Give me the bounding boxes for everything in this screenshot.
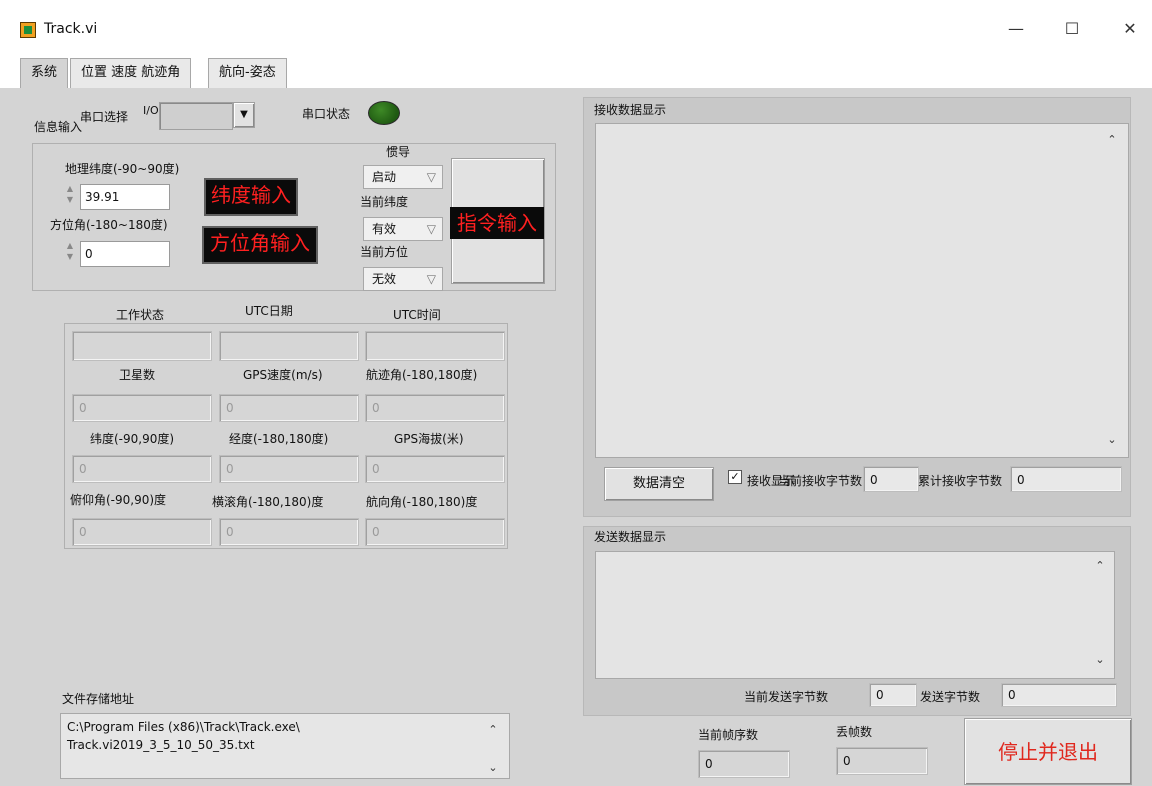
current-lat-label: 当前纬度 (360, 195, 409, 209)
file-path-label: 文件存储地址 (62, 692, 135, 706)
tab-heading-attitude[interactable]: 航向-姿态 (208, 58, 287, 88)
receive-scroll-up-icon[interactable]: ⌃ (1104, 132, 1120, 148)
heading-value: 0 (365, 518, 505, 546)
clear-data-button[interactable]: 数据清空 (604, 467, 714, 501)
lat-stepper-icon[interactable]: ▲ ▼ (63, 183, 77, 209)
receive-data-textarea[interactable]: ⌃ ⌄ (595, 123, 1129, 458)
work-state-label: 工作状态 (116, 308, 165, 322)
lat-input-button[interactable]: 纬度输入 (204, 178, 298, 216)
current-azimuth-label: 当前方位 (360, 245, 409, 259)
lost-frames-value: 0 (836, 747, 928, 775)
serial-select[interactable]: I/O ▼ (143, 102, 255, 130)
current-azimuth-select[interactable]: 无效 ▽ (363, 267, 443, 291)
gps-altitude-label: GPS海拔(米) (394, 432, 464, 446)
longitude-label: 经度(-180,180度) (229, 432, 329, 446)
pitch-value: 0 (72, 518, 212, 546)
current-frame-label: 当前帧序数 (698, 728, 759, 742)
file-path-line2: Track.vi2019_3_5_10_50_35.txt (67, 738, 255, 752)
satellite-count-label: 卫星数 (119, 368, 156, 382)
ins-label: 惯导 (386, 145, 411, 159)
receive-scroll-down-icon[interactable]: ⌄ (1104, 432, 1120, 448)
longitude-value: 0 (219, 455, 359, 483)
ins-dropdown-icon: ▽ (426, 170, 436, 184)
receive-title: 接收数据显示 (594, 103, 667, 117)
azimuth-stepper-icon[interactable]: ▲ ▼ (63, 240, 77, 266)
scroll-up-icon[interactable]: ⌃ (485, 722, 501, 738)
command-input-label: 指令输入 (450, 207, 544, 239)
current-lat-value: 有效 (372, 222, 397, 236)
latitude-label: 纬度(-90,90度) (90, 432, 175, 446)
current-frame-value: 0 (698, 750, 790, 778)
current-azimuth-dropdown-icon: ▽ (426, 272, 436, 286)
receive-display-checkbox[interactable]: ✓ (728, 470, 742, 484)
azimuth-label: 方位角(-180~180度) (50, 218, 168, 232)
lost-frames-label: 丢帧数 (836, 725, 873, 739)
current-receive-bytes-label: 当前接收字节数 (778, 474, 863, 488)
app-icon (20, 22, 36, 38)
track-angle-value: 0 (365, 394, 505, 422)
window-title: Track.vi (44, 21, 98, 37)
azimuth-input[interactable]: 0 (80, 241, 170, 267)
total-send-bytes-value: 0 (1001, 683, 1117, 707)
send-scroll-up-icon[interactable]: ⌃ (1092, 558, 1108, 574)
minimize-button[interactable]: — (996, 14, 1036, 44)
command-input-button[interactable]: 指令输入 (450, 158, 545, 284)
serial-select-field[interactable] (159, 102, 233, 130)
current-azimuth-value: 无效 (372, 272, 397, 286)
utc-date-label: UTC日期 (245, 304, 293, 318)
lat-input[interactable]: 39.91 (80, 184, 170, 210)
send-title: 发送数据显示 (594, 530, 667, 544)
current-receive-bytes-value: 0 (863, 466, 919, 492)
heading-label: 航向角(-180,180)度 (366, 495, 478, 509)
close-button[interactable]: ✕ (1110, 14, 1150, 44)
send-data-textarea[interactable]: ⌃ ⌄ (595, 551, 1115, 679)
info-input-label: 信息输入 (34, 120, 83, 134)
send-scroll-down-icon[interactable]: ⌄ (1092, 652, 1108, 668)
gps-speed-label: GPS速度(m/s) (243, 368, 323, 382)
total-send-bytes-label: 发送字节数 (920, 690, 981, 704)
gps-altitude-value: 0 (365, 455, 505, 483)
current-lat-dropdown-icon: ▽ (426, 222, 436, 236)
current-send-bytes-label: 当前发送字节数 (744, 690, 829, 704)
total-receive-bytes-value: 0 (1010, 466, 1122, 492)
current-lat-select[interactable]: 有效 ▽ (363, 217, 443, 241)
title-bar (0, 0, 1152, 52)
roll-label: 横滚角(-180,180)度 (212, 495, 324, 509)
lat-label: 地理纬度(-90~90度) (65, 162, 180, 176)
pitch-label: 俯仰角(-90,90)度 (70, 493, 167, 507)
azimuth-input-button[interactable]: 方位角输入 (202, 226, 318, 264)
file-path-line1: C:\Program Files (x86)\Track\Track.exe\ (67, 720, 300, 734)
total-receive-bytes-label: 累计接收字节数 (918, 474, 1003, 488)
roll-value: 0 (219, 518, 359, 546)
tab-position-speed[interactable]: 位置 速度 航迹角 (70, 58, 192, 88)
utc-time-label: UTC时间 (393, 308, 441, 322)
gps-speed-value: 0 (219, 394, 359, 422)
track-angle-label: 航迹角(-180,180度) (366, 368, 478, 382)
stop-and-exit-button[interactable]: 停止并退出 (964, 718, 1132, 785)
scroll-down-icon[interactable]: ⌄ (485, 760, 501, 776)
utc-date-value (219, 331, 359, 361)
utc-time-value (365, 331, 505, 361)
latitude-value: 0 (72, 455, 212, 483)
tab-system[interactable]: 系统 (20, 58, 69, 88)
satellite-count-value: 0 (72, 394, 212, 422)
serial-select-label: 串口选择 (80, 110, 129, 124)
work-state-value (72, 331, 212, 361)
ins-select-value: 启动 (372, 170, 397, 184)
serial-status-led-icon (368, 101, 400, 125)
current-send-bytes-value: 0 (869, 683, 917, 707)
maximize-button[interactable]: ☐ (1052, 14, 1092, 44)
file-path-textarea[interactable]: C:\Program Files (x86)\Track\Track.exe\ … (60, 713, 510, 779)
ins-select[interactable]: 启动 ▽ (363, 165, 443, 189)
serial-status-label: 串口状态 (302, 107, 351, 121)
io-prefix: I/O (143, 104, 159, 117)
serial-dropdown-arrow-icon[interactable]: ▼ (233, 102, 255, 128)
